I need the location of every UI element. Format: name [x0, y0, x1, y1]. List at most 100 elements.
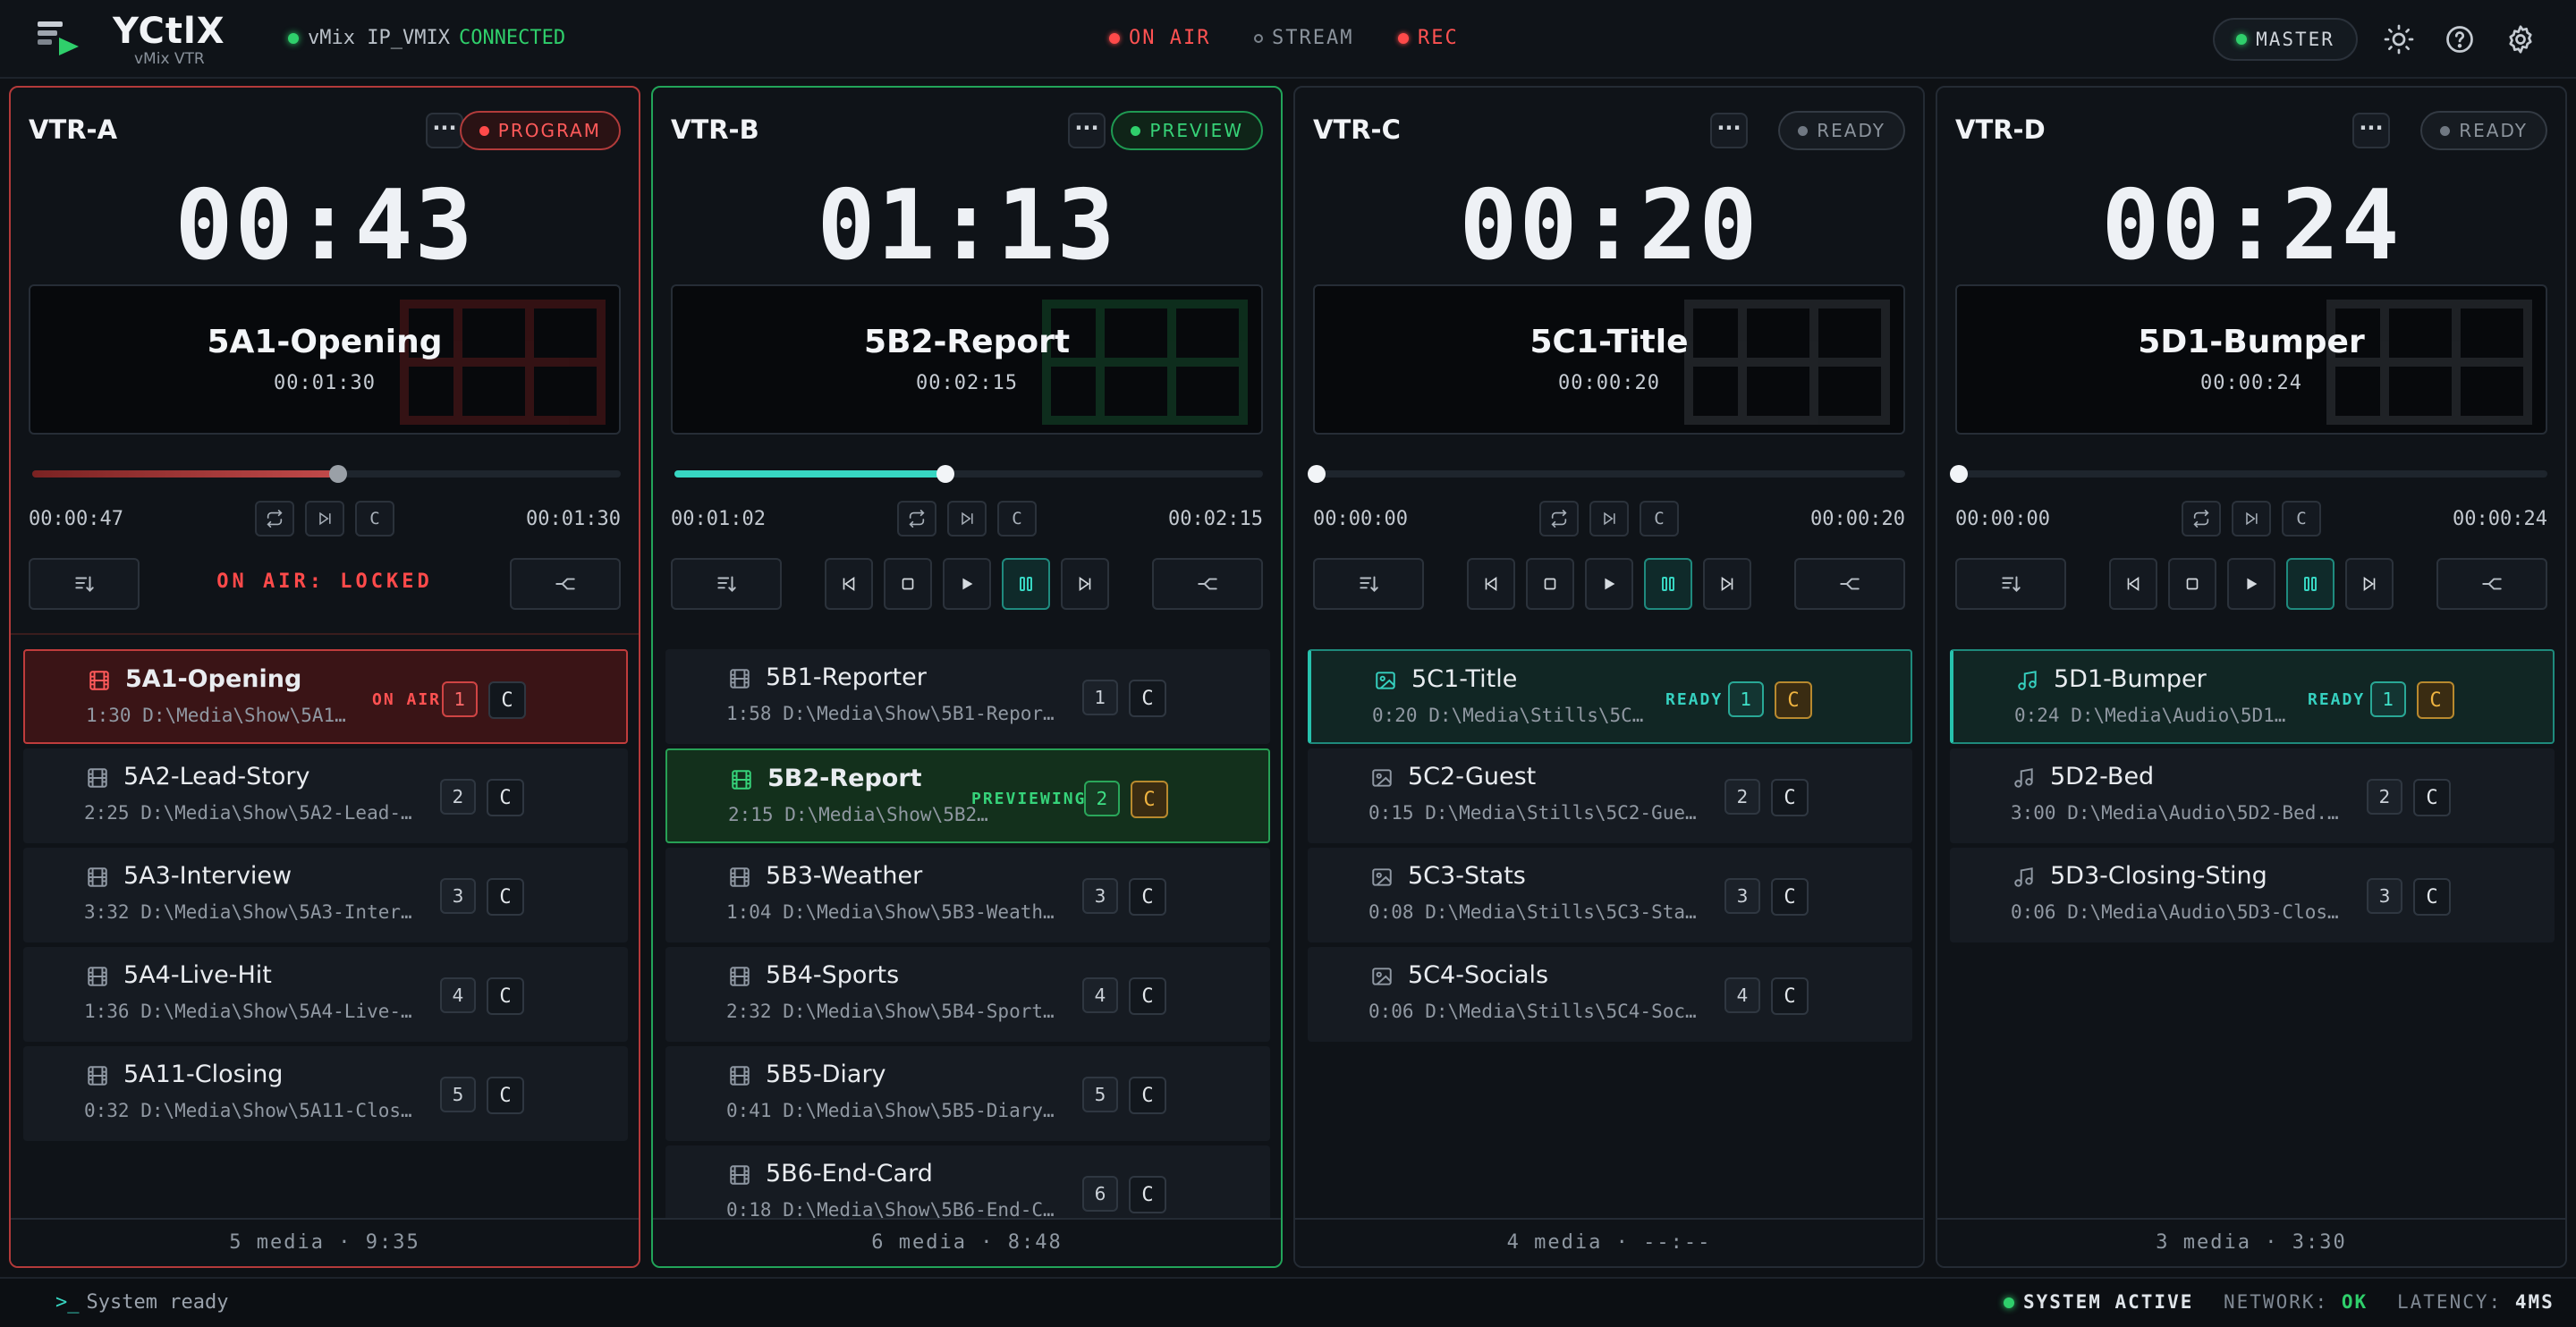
cue-mode-button[interactable]: C [1640, 501, 1679, 537]
previous-button[interactable] [825, 558, 873, 610]
media-item-number[interactable]: 4 [1082, 977, 1118, 1013]
split-button[interactable] [1794, 558, 1905, 610]
list-item[interactable]: 5B5-Diary 0:41 D:\Media\Show\5B5-Diary.mp… [665, 1046, 1270, 1141]
media-item-number[interactable]: 5 [440, 1077, 476, 1112]
more-options-button[interactable]: ··· [1068, 113, 1106, 148]
media-item-number[interactable]: 3 [1082, 878, 1118, 914]
cue-button[interactable]: C [1129, 1176, 1166, 1213]
master-button[interactable]: MASTER [2213, 18, 2358, 61]
play-button[interactable] [1585, 558, 1633, 610]
list-item[interactable]: 5D3-Closing-Sting 0:06 D:\Media\Audio\5D3… [1950, 848, 2555, 942]
playback-progress[interactable] [1308, 465, 1905, 483]
settings-icon[interactable] [2504, 23, 2537, 55]
media-item-number[interactable]: 1 [1082, 680, 1118, 715]
pause-button[interactable] [1644, 558, 1692, 610]
previous-button[interactable] [2109, 558, 2157, 610]
cue-button[interactable]: C [487, 1077, 524, 1114]
cue-button[interactable]: C [1775, 681, 1812, 719]
list-item[interactable]: 5C4-Socials 0:06 D:\Media\Stills\5C4-Soci… [1308, 947, 1912, 1042]
next-button[interactable] [1061, 558, 1109, 610]
progress-knob[interactable] [936, 465, 954, 483]
list-item[interactable]: 5C2-Guest 0:15 D:\Media\Stills\5C2-Guest.… [1308, 748, 1912, 843]
stop-button[interactable] [1526, 558, 1574, 610]
split-button[interactable] [2436, 558, 2547, 610]
media-item-number[interactable]: 1 [442, 681, 478, 717]
cue-button[interactable]: C [487, 977, 524, 1015]
cue-button[interactable]: C [2413, 878, 2451, 916]
cue-button[interactable]: C [1131, 781, 1168, 818]
media-item-number[interactable]: 3 [440, 878, 476, 914]
skip-next-button[interactable] [947, 501, 987, 537]
more-options-button[interactable]: ··· [426, 113, 463, 148]
loop-button[interactable] [1539, 501, 1579, 537]
progress-knob[interactable] [329, 465, 348, 483]
stop-button[interactable] [884, 558, 932, 610]
loop-button[interactable] [255, 501, 294, 537]
skip-next-button[interactable] [2232, 501, 2271, 537]
play-button[interactable] [2227, 558, 2275, 610]
cue-button[interactable]: C [488, 681, 526, 719]
media-item-number[interactable]: 2 [1724, 779, 1760, 815]
list-item[interactable]: 5C1-Title 0:20 D:\Media\Stills\5C1-Title.… [1308, 649, 1912, 744]
progress-knob[interactable] [1308, 465, 1326, 483]
next-button[interactable] [1703, 558, 1751, 610]
cue-mode-button[interactable]: C [355, 501, 394, 537]
play-button[interactable] [943, 558, 991, 610]
cue-button[interactable]: C [487, 779, 524, 816]
media-item-number[interactable]: 6 [1082, 1176, 1118, 1212]
previous-button[interactable] [1467, 558, 1515, 610]
list-item[interactable]: 5B4-Sports 2:32 D:\Media\Show\5B4-Sports.… [665, 947, 1270, 1042]
media-item-number[interactable]: 1 [1728, 681, 1764, 717]
list-item[interactable]: 5B2-Report 2:15 D:\Media\Show\5B2-Report.… [665, 748, 1270, 843]
cue-button[interactable]: C [1771, 779, 1809, 816]
list-item[interactable]: 5B1-Reporter 1:58 D:\Media\Show\5B1-Repor… [665, 649, 1270, 744]
cue-button[interactable]: C [2413, 779, 2451, 816]
list-item[interactable]: 5B3-Weather 1:04 D:\Media\Show\5B3-Weathe… [665, 848, 1270, 942]
cue-mode-button[interactable]: C [2282, 501, 2321, 537]
cue-mode-button[interactable]: C [997, 501, 1037, 537]
loop-button[interactable] [2182, 501, 2221, 537]
pause-button[interactable] [2286, 558, 2334, 610]
cue-button[interactable]: C [1771, 878, 1809, 916]
cue-button[interactable]: C [1129, 878, 1166, 916]
playback-progress[interactable] [32, 465, 621, 483]
cue-button[interactable]: C [1129, 1077, 1166, 1114]
loop-button[interactable] [897, 501, 936, 537]
media-item-number[interactable]: 4 [440, 977, 476, 1013]
media-item-number[interactable]: 1 [2370, 681, 2406, 717]
playback-progress[interactable] [674, 465, 1263, 483]
more-options-button[interactable]: ··· [1710, 113, 1748, 148]
split-button[interactable] [1152, 558, 1263, 610]
media-item-number[interactable]: 2 [2367, 779, 2402, 815]
list-item[interactable]: 5A1-Opening 1:30 D:\Media\Show\5A1-Openin… [23, 649, 628, 744]
list-item[interactable]: 5A2-Lead-Story 2:25 D:\Media\Show\5A2-Lea… [23, 748, 628, 843]
list-item[interactable]: 5D1-Bumper 0:24 D:\Media\Audio\5D1-Bumper… [1950, 649, 2555, 744]
media-item-number[interactable]: 3 [1724, 878, 1760, 914]
split-button[interactable] [510, 558, 621, 610]
more-options-button[interactable]: ··· [2352, 113, 2390, 148]
media-item-number[interactable]: 4 [1724, 977, 1760, 1013]
progress-knob[interactable] [1950, 465, 1968, 483]
list-item[interactable]: 5A11-Closing 0:32 D:\Media\Show\5A11-Clos… [23, 1046, 628, 1141]
media-item-number[interactable]: 5 [1082, 1077, 1118, 1112]
media-item-number[interactable]: 2 [440, 779, 476, 815]
playback-progress[interactable] [1950, 465, 2547, 483]
stop-button[interactable] [2168, 558, 2216, 610]
pause-button[interactable] [1002, 558, 1050, 610]
cue-button[interactable]: C [1771, 977, 1809, 1015]
skip-next-button[interactable] [305, 501, 344, 537]
next-button[interactable] [2345, 558, 2394, 610]
list-item[interactable]: 5D2-Bed 3:00 D:\Media\Audio\5D2-Bed.wav 2 C [1950, 748, 2555, 843]
sun-icon[interactable] [2383, 23, 2415, 55]
help-icon[interactable] [2444, 23, 2476, 55]
list-item[interactable]: 5C3-Stats 0:08 D:\Media\Stills\5C3-Stats.… [1308, 848, 1912, 942]
cue-button[interactable]: C [487, 878, 524, 916]
list-item[interactable]: 5A3-Interview 3:32 D:\Media\Show\5A3-Inte… [23, 848, 628, 942]
cue-button[interactable]: C [1129, 977, 1166, 1015]
skip-next-button[interactable] [1589, 501, 1629, 537]
media-item-number[interactable]: 3 [2367, 878, 2402, 914]
cue-button[interactable]: C [2417, 681, 2454, 719]
media-item-number[interactable]: 2 [1084, 781, 1120, 816]
cue-button[interactable]: C [1129, 680, 1166, 717]
list-item[interactable]: 5A4-Live-Hit 1:36 D:\Media\Show\5A4-Live-… [23, 947, 628, 1042]
